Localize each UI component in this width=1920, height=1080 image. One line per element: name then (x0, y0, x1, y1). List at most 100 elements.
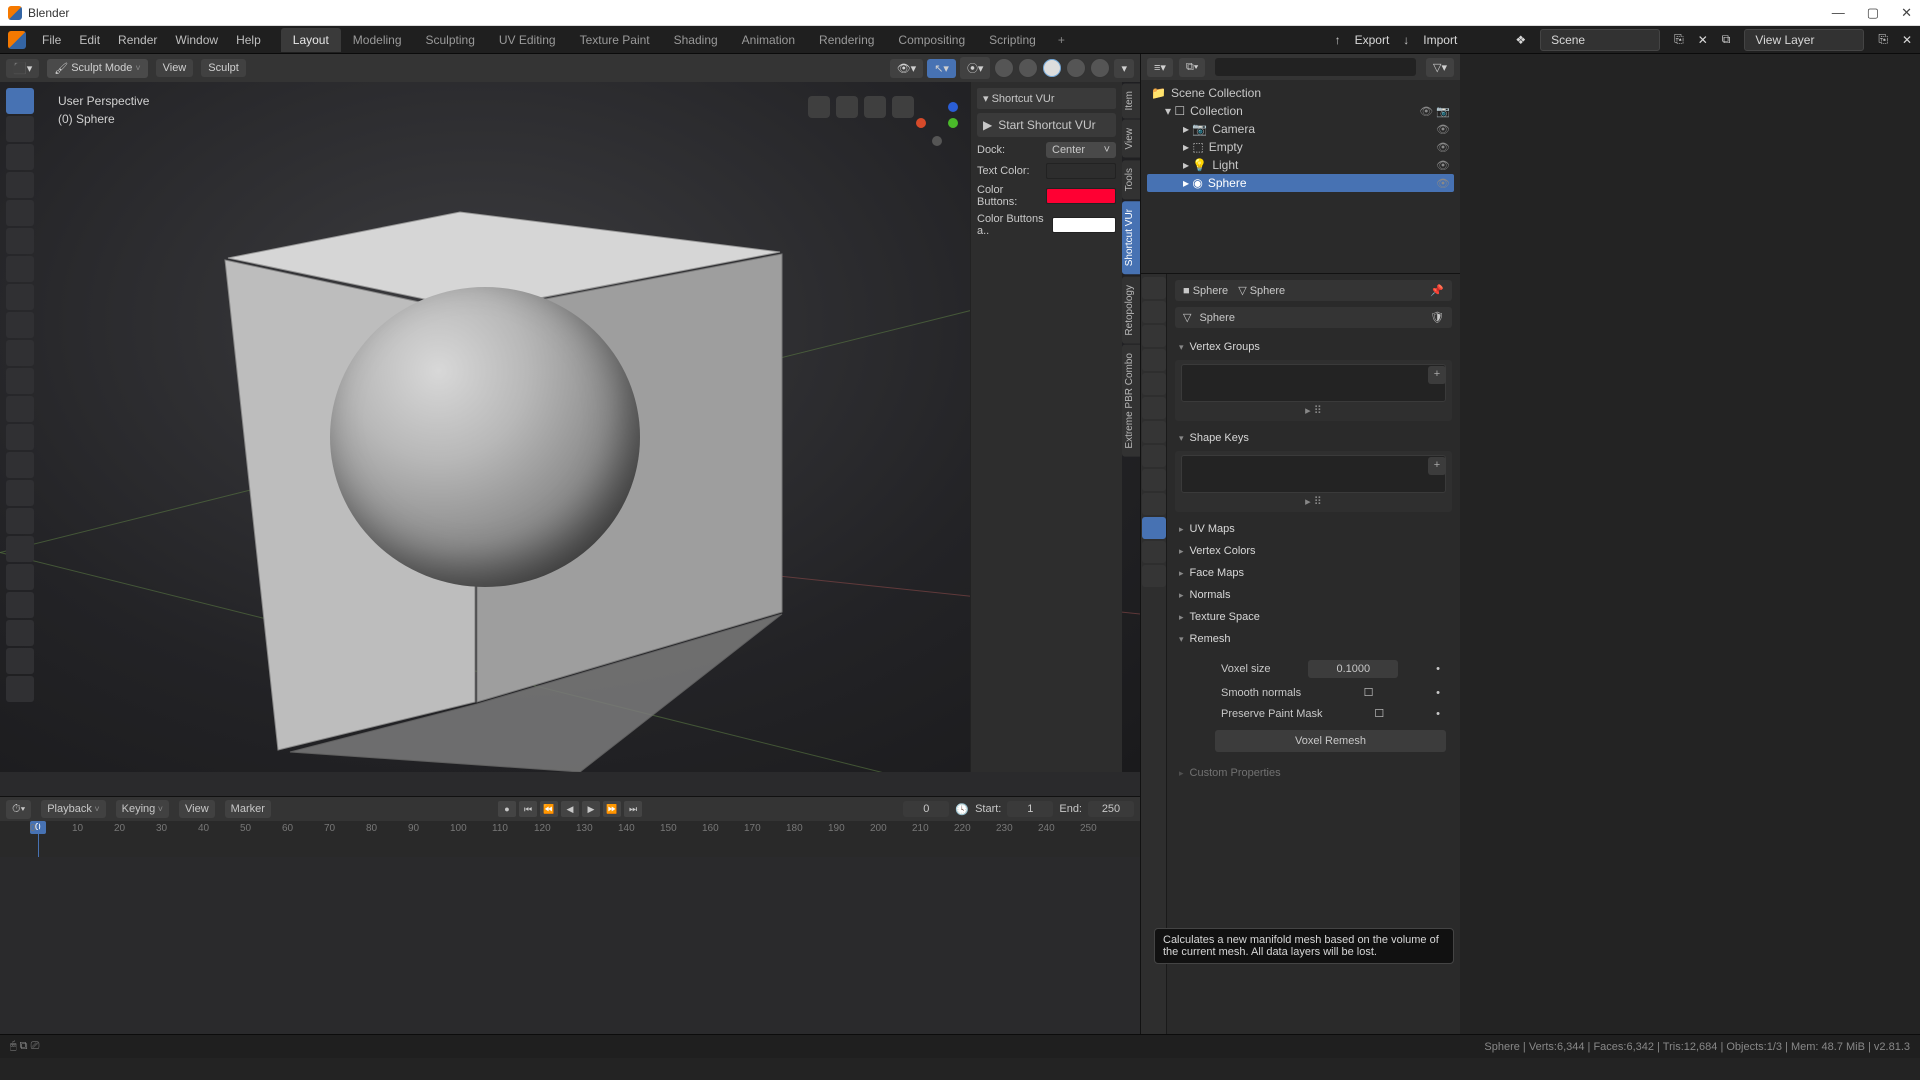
tool-clay-brush[interactable] (6, 116, 34, 142)
workspace-tab-animation[interactable]: Animation (730, 28, 807, 52)
outliner-scene-collection[interactable]: 📁 Scene Collection (1147, 84, 1454, 102)
prop-tab-modifiers[interactable] (1142, 421, 1166, 443)
clock-icon[interactable]: 🕓 (955, 803, 969, 816)
new-viewlayer-icon[interactable]: ⎘ (1878, 32, 1888, 47)
prop-tab-physics[interactable] (1142, 469, 1166, 491)
current-frame-field[interactable]: 0 (903, 801, 949, 817)
keyframe-prev-icon[interactable]: ⏪ (540, 801, 558, 817)
panel-vertex-colors[interactable]: Vertex Colors (1175, 540, 1452, 562)
fake-user-icon[interactable]: 🛡 (1430, 311, 1444, 324)
panel-custom-properties[interactable]: Custom Properties (1175, 762, 1452, 784)
timeline-track[interactable]: 0 01020304050607080901001101201301401501… (0, 821, 1140, 857)
tool-draw-brush[interactable] (6, 88, 34, 114)
tool-grab[interactable] (6, 424, 34, 450)
pin-icon[interactable]: 📌 (1430, 284, 1444, 297)
jump-end-icon[interactable]: ⏭ (624, 801, 642, 817)
scene-selector[interactable]: Scene (1540, 29, 1660, 51)
dock-dropdown[interactable]: Center˅ (1046, 142, 1116, 158)
xray-toggle[interactable] (994, 58, 1014, 78)
sk-add-button[interactable]: + (1428, 457, 1446, 475)
tool-elastic[interactable] (6, 452, 34, 478)
vertex-groups-list[interactable] (1181, 364, 1446, 402)
shape-keys-list[interactable] (1181, 455, 1446, 493)
vp-camera-view-icon[interactable] (808, 96, 830, 118)
n-tab-extreme-pbr-combo[interactable]: Extreme PBR Combo (1122, 345, 1140, 457)
vp-gizmo-toggle[interactable]: ↖▾ (927, 59, 956, 78)
timeline-editor-dropdown[interactable]: ⏱▾ (6, 800, 31, 819)
vp-sculpt-menu[interactable]: Sculpt (201, 59, 246, 77)
editor-type-dropdown[interactable]: ⬛▾ (6, 59, 39, 78)
new-scene-icon[interactable]: ⎘ (1674, 32, 1684, 47)
tool-scrape[interactable] (6, 368, 34, 394)
shading-rendered[interactable] (1090, 58, 1110, 78)
panel-face-maps[interactable]: Face Maps (1175, 562, 1452, 584)
playback-menu[interactable]: Playback (41, 800, 105, 818)
n-tab-retopology[interactable]: Retopology (1122, 277, 1140, 344)
prop-tab-world[interactable] (1142, 373, 1166, 395)
tool-mask[interactable] (6, 620, 34, 646)
shading-lookdev[interactable] (1066, 58, 1086, 78)
tool-inflate[interactable] (6, 200, 34, 226)
marker-menu[interactable]: Marker (225, 800, 271, 818)
voxel-size-field[interactable]: 0.1000 (1308, 660, 1398, 678)
vp-overlay-toggle[interactable]: ⦿▾ (960, 57, 991, 79)
vp-visibility-dropdown[interactable]: 👁▾ (890, 59, 924, 78)
close-button[interactable]: ✕ (1901, 5, 1912, 21)
textcolor-swatch[interactable] (1046, 163, 1116, 179)
prop-tab-mesh-data[interactable] (1142, 517, 1166, 539)
workspace-tab-scripting[interactable]: Scripting (977, 28, 1048, 52)
import-button[interactable]: Import (1423, 33, 1457, 47)
keying-menu[interactable]: Keying (116, 800, 169, 818)
vp-view-menu[interactable]: View (156, 59, 194, 77)
n-tab-shortcut-vur[interactable]: Shortcut VUr (1122, 201, 1140, 274)
menu-file[interactable]: File (34, 29, 69, 51)
add-workspace-button[interactable]: + (1050, 29, 1073, 51)
workspace-tab-layout[interactable]: Layout (281, 28, 341, 52)
panel-normals[interactable]: Normals (1175, 584, 1452, 606)
n-tab-item[interactable]: Item (1122, 83, 1140, 118)
workspace-tab-uv-editing[interactable]: UV Editing (487, 28, 568, 52)
outliner-display-dropdown[interactable]: ⧉▾ (1179, 58, 1205, 77)
autokey-toggle[interactable]: ● (498, 801, 516, 817)
prop-tab-object[interactable] (1142, 397, 1166, 419)
workspace-tab-modeling[interactable]: Modeling (341, 28, 414, 52)
viewlayer-selector[interactable]: View Layer (1744, 29, 1864, 51)
blender-icon[interactable] (8, 31, 26, 49)
outliner-item-empty[interactable]: ▸ ⬚ Empty👁 (1147, 138, 1454, 156)
start-frame-field[interactable]: 1 (1007, 801, 1053, 817)
jump-start-icon[interactable]: ⏮ (519, 801, 537, 817)
prop-tab-material[interactable] (1142, 541, 1166, 563)
vp-toggle-camera-icon[interactable] (892, 96, 914, 118)
prop-tab-render[interactable] (1142, 277, 1166, 299)
panel-vertex-groups[interactable]: Vertex Groups (1175, 336, 1452, 358)
prop-tab-constraints[interactable] (1142, 493, 1166, 515)
vp-zoom-view-icon[interactable] (864, 96, 886, 118)
tool-pose[interactable] (6, 536, 34, 562)
tool-snake-hook[interactable] (6, 480, 34, 506)
prop-tab-output[interactable] (1142, 301, 1166, 323)
tool-smooth[interactable] (6, 284, 34, 310)
delete-viewlayer-icon[interactable]: ✕ (1902, 33, 1912, 47)
workspace-tab-sculpting[interactable]: Sculpting (414, 28, 487, 52)
n-tab-view[interactable]: View (1122, 120, 1140, 158)
delete-scene-icon[interactable]: ✕ (1698, 33, 1708, 47)
workspace-tab-compositing[interactable]: Compositing (886, 28, 977, 52)
tool-box-mask[interactable] (6, 648, 34, 674)
tool-rotate[interactable] (6, 592, 34, 618)
shading-solid[interactable] (1042, 58, 1062, 78)
minimize-button[interactable]: — (1832, 5, 1845, 21)
outliner-type-dropdown[interactable]: ≡▾ (1147, 58, 1173, 77)
export-button[interactable]: Export (1355, 33, 1390, 47)
navigation-gizmo[interactable] (912, 94, 960, 142)
panel-uv-maps[interactable]: UV Maps (1175, 518, 1452, 540)
btncolor2-swatch[interactable] (1052, 217, 1116, 233)
tool-layer[interactable] (6, 172, 34, 198)
n-tab-tools[interactable]: Tools (1122, 160, 1140, 199)
prop-tab-viewlayer[interactable] (1142, 325, 1166, 347)
panel-remesh[interactable]: Remesh (1175, 628, 1452, 650)
timeline-view-menu[interactable]: View (179, 800, 215, 818)
prop-tab-scene[interactable] (1142, 349, 1166, 371)
workspace-tab-rendering[interactable]: Rendering (807, 28, 886, 52)
outliner-filter-icon[interactable]: ▽▾ (1426, 58, 1454, 77)
prop-tab-texture[interactable] (1142, 565, 1166, 587)
